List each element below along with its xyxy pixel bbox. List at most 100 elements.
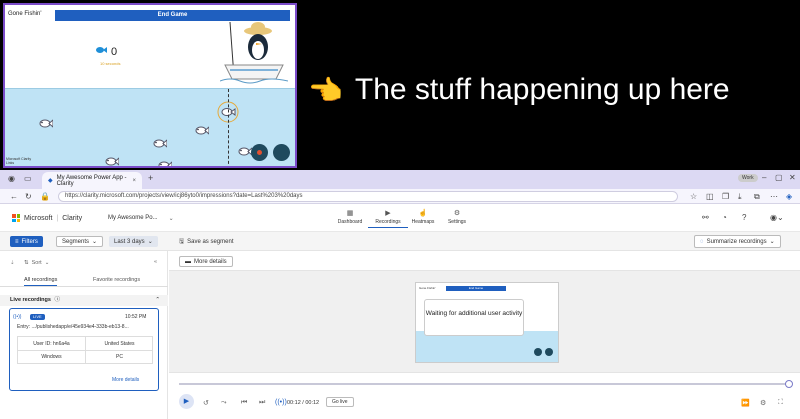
forward-icon[interactable]: ⤳ bbox=[221, 399, 227, 407]
reel-button[interactable] bbox=[273, 144, 290, 161]
nav-dashboard[interactable]: ▦ Dashboard bbox=[330, 209, 370, 225]
collapse-panel-icon[interactable]: « bbox=[154, 259, 157, 265]
previous-icon[interactable]: ⏮ bbox=[241, 399, 247, 407]
date-label: Last 3 days bbox=[114, 238, 145, 245]
fish-icon bbox=[238, 147, 252, 156]
back-icon[interactable]: ← bbox=[10, 192, 18, 201]
tab-title: My Awesome Power App - Clarity bbox=[56, 174, 127, 187]
details-bar: ▬ More details bbox=[169, 251, 800, 271]
share-icon[interactable]: ⚯ bbox=[702, 213, 709, 222]
pointing-hand-icon: 👈 bbox=[308, 74, 343, 106]
minimize-icon[interactable]: – bbox=[762, 173, 766, 182]
tab-clarity[interactable]: ◆ My Awesome Power App - Clarity × bbox=[42, 172, 142, 189]
save-segment-button[interactable]: 🖫 Save as segment bbox=[174, 236, 238, 247]
brand-text: Microsoft Clarity Links bbox=[6, 157, 32, 165]
filters-button[interactable]: ≡ Filters bbox=[10, 236, 43, 247]
preview-game-title: Gone Fishin' bbox=[419, 286, 436, 290]
collections-icon[interactable]: ❐ bbox=[722, 192, 729, 201]
timer-label: 10 seconds bbox=[100, 61, 121, 66]
copilot-icon[interactable]: ◈ bbox=[786, 192, 792, 201]
save-segment-label: Save as segment bbox=[187, 238, 234, 245]
dashboard-icon: ▦ bbox=[346, 210, 354, 217]
clarity-favicon-icon: ◆ bbox=[48, 178, 53, 184]
sort-label: Sort bbox=[31, 260, 42, 266]
more-icon[interactable]: ⋯ bbox=[770, 192, 778, 201]
chevron-down-icon: ⌄ bbox=[44, 260, 50, 266]
microsoft-logo-icon bbox=[12, 214, 20, 222]
profile-badge[interactable]: Work bbox=[738, 174, 758, 182]
play-button[interactable]: ▶ bbox=[179, 394, 194, 409]
more-details-link[interactable]: More details bbox=[112, 377, 139, 383]
profile-icon[interactable]: ◉ bbox=[8, 174, 15, 183]
fullscreen-icon[interactable]: ⛶ bbox=[778, 399, 783, 407]
live-recordings-header[interactable]: Live recordings ⓘ ⌃ bbox=[0, 295, 168, 306]
go-live-button[interactable]: Go live bbox=[326, 397, 354, 407]
nav-recordings[interactable]: ▶ Recordings bbox=[368, 209, 408, 228]
close-window-icon[interactable]: ✕ bbox=[789, 173, 796, 182]
playback-time: 00:12 / 00:12 bbox=[287, 400, 320, 406]
skip-inactivity-icon[interactable]: ⏩ bbox=[741, 399, 750, 407]
downloads-icon[interactable]: ⤓ bbox=[738, 192, 742, 202]
project-selector[interactable]: My Awesome Po... ⌄ bbox=[108, 215, 174, 222]
user-id: User ID: hn6a4a bbox=[33, 341, 70, 347]
chevron-down-icon: ⌄ bbox=[147, 238, 153, 245]
clarity-logo[interactable]: Microsoft | Clarity bbox=[12, 214, 82, 222]
more-details-button[interactable]: ▬ More details bbox=[179, 256, 233, 267]
game-preview: Gone Fishin' End Game 0 10 seconds Micro… bbox=[3, 3, 297, 168]
nav-settings[interactable]: ⚙ Settings bbox=[437, 209, 477, 225]
nav-label: Recordings bbox=[375, 219, 401, 225]
refresh-icon[interactable]: ↻ bbox=[25, 192, 32, 201]
details-icon: ▬ bbox=[185, 258, 191, 265]
date-range-dropdown[interactable]: Last 3 days ⌄ bbox=[109, 236, 158, 247]
water-area[interactable] bbox=[5, 88, 295, 166]
new-tab-button[interactable]: + bbox=[148, 173, 153, 183]
whats-new-icon[interactable]: ◔ bbox=[722, 213, 727, 222]
chevron-up-icon: ⌃ bbox=[155, 297, 160, 303]
caption: 👈 The stuff happening up here bbox=[308, 70, 788, 110]
game-title: Gone Fishin' bbox=[8, 11, 42, 17]
rewind-icon[interactable]: ↺ bbox=[203, 399, 209, 407]
segments-dropdown[interactable]: Segments ⌄ bbox=[56, 236, 104, 247]
preview-bait-button bbox=[534, 348, 542, 356]
live-recording-card[interactable]: ((•)) LIVE 10:52 PM Entry: .../published… bbox=[9, 308, 159, 391]
extensions-icon[interactable]: ⧉ bbox=[754, 192, 760, 202]
favorite-icon[interactable]: ☆ bbox=[690, 192, 697, 201]
bait-button[interactable] bbox=[251, 144, 268, 161]
filter-toolbar: ≡ Filters Segments ⌄ Last 3 days ⌄ 🖫 Save as… bbox=[0, 232, 800, 251]
close-icon[interactable]: × bbox=[132, 178, 136, 184]
recording-preview: Gone Fishin' End Game Waiting for additi… bbox=[415, 282, 559, 363]
filter-icon: ≡ bbox=[15, 238, 19, 245]
url-input[interactable]: https://clarity.microsoft.com/projects/v… bbox=[58, 191, 678, 202]
fish-counter: 0 bbox=[95, 45, 117, 58]
product-name: Clarity bbox=[62, 214, 83, 222]
timeline-track[interactable] bbox=[179, 383, 791, 385]
segments-label: Segments bbox=[62, 238, 90, 245]
help-icon[interactable]: ? bbox=[742, 213, 746, 222]
sort-icon: ⇅ bbox=[24, 260, 29, 266]
tab-actions-icon[interactable]: ▭ bbox=[24, 174, 32, 183]
summarize-recordings-button[interactable]: ◌ Summarize recordings ⌄ bbox=[694, 235, 781, 248]
split-screen-icon[interactable]: ◫ bbox=[706, 192, 714, 201]
next-icon[interactable]: ⏭ bbox=[259, 399, 265, 407]
live-icon: ((•)) bbox=[275, 399, 287, 406]
preview-reel-button bbox=[545, 348, 553, 356]
fish-icon bbox=[153, 139, 167, 148]
address-bar-row: ← ↻ 🔒 https://clarity.microsoft.com/proj… bbox=[0, 189, 800, 204]
settings-gear-icon[interactable]: ⚙ bbox=[760, 399, 766, 407]
recordings-icon: ▶ bbox=[385, 210, 391, 217]
country: United States bbox=[104, 341, 135, 347]
timeline-handle[interactable] bbox=[785, 380, 793, 388]
nav-label: Settings bbox=[447, 219, 467, 225]
account-icon[interactable]: ◉⌄ bbox=[770, 213, 784, 222]
brand-name: Microsoft bbox=[24, 214, 53, 222]
nav-label: Dashboard bbox=[337, 219, 363, 225]
live-header-label: Live recordings bbox=[10, 297, 51, 303]
tab-favorite-recordings[interactable]: Favorite recordings bbox=[93, 277, 140, 283]
save-icon: 🖫 bbox=[179, 238, 185, 245]
recording-tabs: All recordings Favorite recordings bbox=[0, 273, 168, 287]
tab-all-recordings[interactable]: All recordings bbox=[24, 277, 58, 286]
maximize-icon[interactable]: ▢ bbox=[775, 173, 783, 182]
sort-dropdown[interactable]: ⇅ Sort ⌄ bbox=[24, 260, 49, 266]
download-icon[interactable]: ⇣ bbox=[10, 260, 15, 266]
fish-icon bbox=[95, 45, 107, 58]
